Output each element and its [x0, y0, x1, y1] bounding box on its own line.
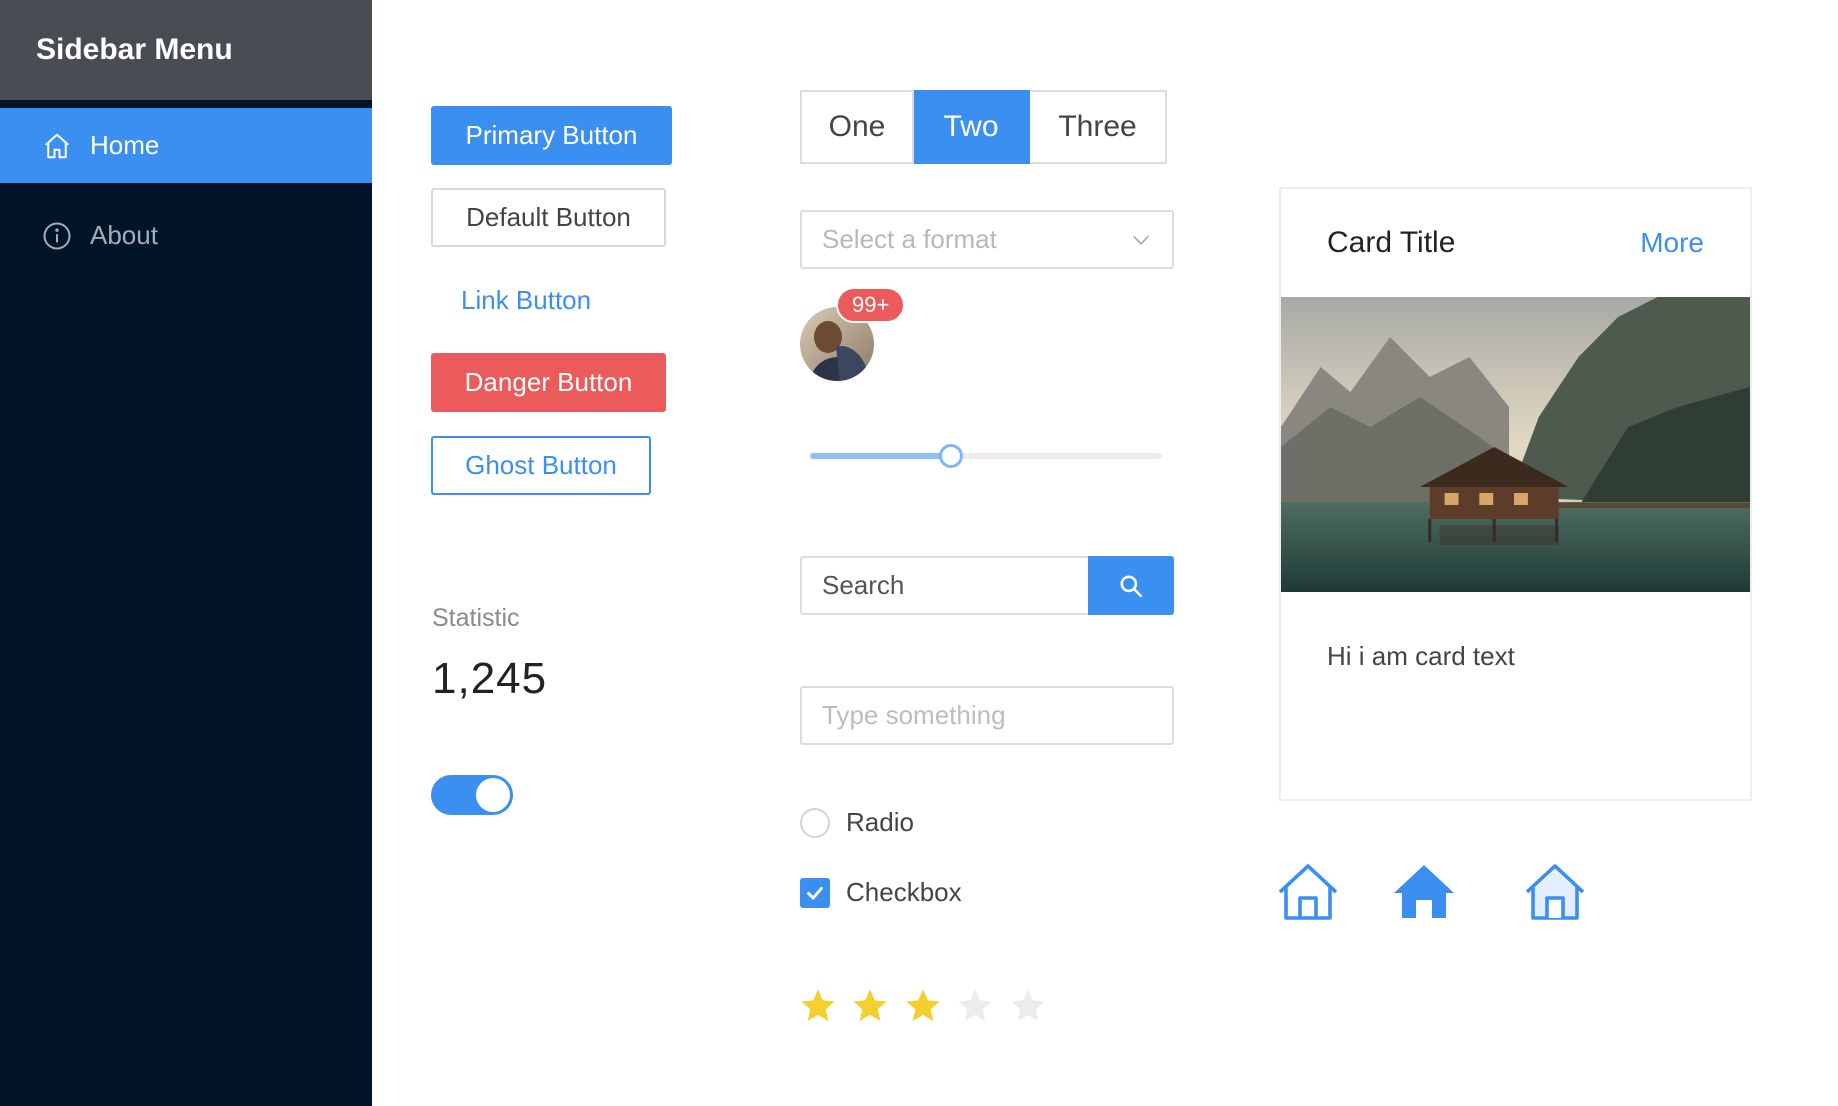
info-icon	[42, 221, 72, 251]
app-root: Sidebar Menu Home About Primary Button D…	[0, 0, 1838, 1106]
switch-knob	[476, 778, 510, 812]
card-header: Card Title More	[1281, 189, 1750, 297]
star-icon[interactable]	[903, 986, 943, 1026]
radio-circle[interactable]	[800, 807, 830, 838]
link-button[interactable]: Link Button	[431, 271, 631, 330]
segment-three[interactable]: Three	[1030, 90, 1167, 164]
star-icon[interactable]	[850, 986, 890, 1026]
card-text: Hi i am card text	[1327, 641, 1515, 671]
slider-fill	[810, 453, 951, 459]
home-icon	[42, 131, 72, 161]
sidebar: Sidebar Menu Home About	[0, 0, 372, 1106]
danger-button[interactable]: Danger Button	[431, 353, 666, 412]
segment-one[interactable]: One	[800, 90, 914, 164]
star-icon[interactable]	[955, 986, 995, 1026]
segmented-control: One Two Three	[800, 90, 1167, 164]
search-input[interactable]	[800, 556, 1088, 615]
ghost-button[interactable]: Ghost Button	[431, 436, 651, 495]
toggle-switch[interactable]	[431, 775, 513, 815]
sidebar-title: Sidebar Menu	[0, 0, 372, 100]
text-input[interactable]	[800, 686, 1174, 745]
select-placeholder: Select a format	[822, 224, 997, 254]
search-icon	[1120, 574, 1143, 597]
sidebar-item-label: About	[90, 220, 158, 250]
segment-two[interactable]: Two	[914, 90, 1030, 164]
sidebar-item-home[interactable]: Home	[0, 108, 372, 183]
sidebar-item-label: Home	[90, 130, 160, 160]
checkbox-label: Checkbox	[846, 877, 962, 907]
format-select[interactable]: Select a format	[800, 210, 1174, 269]
radio-option[interactable]: Radio	[800, 807, 914, 838]
statistic-title: Statistic	[432, 604, 520, 632]
checkbox-box[interactable]	[800, 877, 830, 908]
check-icon	[807, 886, 823, 900]
checkbox-option[interactable]: Checkbox	[800, 877, 962, 908]
notification-badge: 99+	[836, 287, 906, 323]
statistic-value: 1,245	[432, 654, 548, 703]
sidebar-item-about[interactable]: About	[0, 198, 372, 273]
card-image	[1281, 297, 1750, 592]
primary-button[interactable]: Primary Button	[431, 106, 672, 165]
radio-label: Radio	[846, 807, 914, 837]
card-title: Card Title	[1327, 226, 1456, 259]
default-button[interactable]: Default Button	[431, 188, 666, 247]
search-button[interactable]	[1088, 556, 1174, 615]
home-outline-icon[interactable]	[1276, 860, 1340, 924]
card: Card Title More Hi i am card text	[1279, 187, 1752, 801]
home-filled-icon[interactable]	[1392, 860, 1456, 924]
star-icon[interactable]	[798, 986, 838, 1026]
home-two-tone-icon[interactable]	[1523, 860, 1587, 924]
chevron-down-icon	[1133, 235, 1149, 245]
slider-handle[interactable]	[938, 444, 963, 468]
star-icon[interactable]	[1008, 986, 1048, 1026]
card-more-link[interactable]: More	[1640, 227, 1704, 259]
slider-track[interactable]	[810, 444, 1162, 468]
